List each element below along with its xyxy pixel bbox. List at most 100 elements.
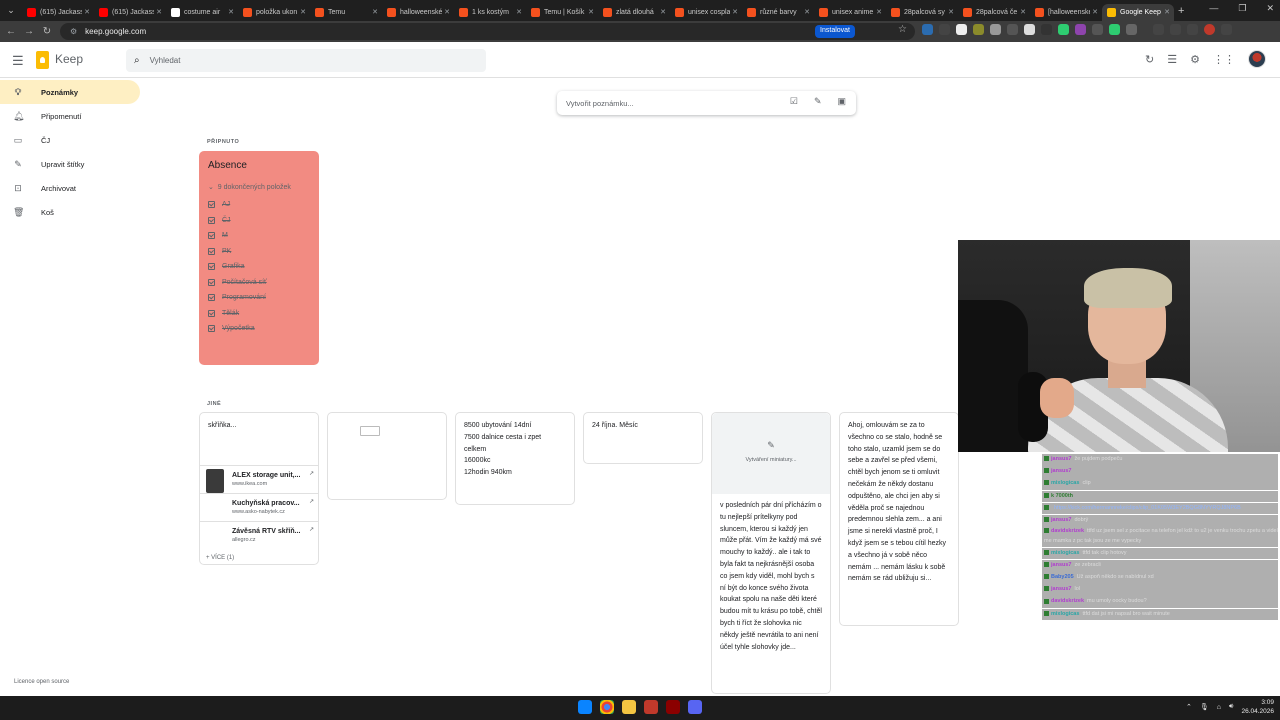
chrome-icon[interactable] <box>600 700 614 714</box>
tab-close-icon[interactable]: ✕ <box>1162 8 1170 16</box>
bookmark-star-icon[interactable]: ☆ <box>898 24 907 35</box>
sidebar-item-reminders[interactable]: 🔔︎ Připomenutí <box>0 104 140 128</box>
checklist-item[interactable]: Programování <box>208 290 310 306</box>
link-preview[interactable]: ALEX storage unit,... www.ikea.com ↗ <box>200 465 318 493</box>
checklist-item[interactable]: Tělák <box>208 306 310 322</box>
site-info-icon[interactable]: ⚙ <box>70 27 77 36</box>
checklist-item[interactable]: Počítačová síť <box>208 275 310 291</box>
tab-close-icon[interactable]: ✕ <box>946 8 954 16</box>
tab-close-icon[interactable]: ✕ <box>226 8 234 16</box>
completed-items-toggle[interactable]: ⌄ 9 dokončených položek <box>208 183 310 191</box>
cast-icon[interactable] <box>1153 24 1164 35</box>
note-card-empty[interactable] <box>327 412 447 500</box>
browser-tab[interactable]: [halloweenské ✕ <box>1030 4 1102 21</box>
note-card-image[interactable]: ✎ Vytváření miniatury... v posledních pá… <box>711 412 831 694</box>
browser-tab[interactable]: 1 ks kostým ✕ <box>454 4 526 21</box>
browser-menu-icon[interactable] <box>1221 24 1232 35</box>
checked-checkbox-icon[interactable] <box>208 232 215 240</box>
open-external-icon[interactable]: ↗ <box>309 469 314 481</box>
extension-icon[interactable] <box>990 24 1001 35</box>
browser-tab[interactable]: (615) Jackass ✕ <box>22 4 94 21</box>
browser-tab[interactable]: costume air ✕ <box>166 4 238 21</box>
tab-close-icon[interactable]: ✕ <box>298 8 306 16</box>
browser-tab[interactable]: Temu ✕ <box>310 4 382 21</box>
download-icon[interactable] <box>1170 24 1181 35</box>
checked-checkbox-icon[interactable] <box>208 201 215 209</box>
clock[interactable]: 3:09 26.04.2026 <box>1241 698 1274 716</box>
app-icon[interactable] <box>666 700 680 714</box>
tab-close-icon[interactable]: ✕ <box>154 8 162 16</box>
checked-checkbox-icon[interactable] <box>208 294 215 302</box>
new-tab-button[interactable]: + <box>1178 5 1184 17</box>
extension-icon[interactable] <box>1007 24 1018 35</box>
extension-icon[interactable] <box>1109 24 1120 35</box>
checked-checkbox-icon[interactable] <box>208 216 215 224</box>
note-card-links[interactable]: skříňka... ALEX storage unit,... www.ikea… <box>199 412 319 565</box>
browser-tab[interactable]: (615) Jackass ✕ <box>94 4 166 21</box>
app-icon[interactable] <box>644 700 658 714</box>
windows-start-icon[interactable] <box>578 700 592 714</box>
checklist-item[interactable]: PK <box>208 244 310 260</box>
extension-icon[interactable] <box>939 24 950 35</box>
list-view-icon[interactable]: ☰ <box>1167 53 1177 66</box>
sidepanel-icon[interactable] <box>1187 24 1198 35</box>
open-external-icon[interactable]: ↗ <box>309 525 314 537</box>
refresh-icon[interactable]: ↻ <box>1145 53 1154 66</box>
sidebar-item-trash[interactable]: 🗑︎ Koš <box>0 200 140 224</box>
chevron-up-icon[interactable]: ⌃ <box>1186 703 1192 711</box>
open-external-icon[interactable]: ↗ <box>309 497 314 509</box>
checked-checkbox-icon[interactable] <box>208 263 215 271</box>
new-list-checkbox-icon[interactable]: ☑ <box>790 96 798 107</box>
tab-search-icon[interactable]: ⌄ <box>0 5 22 16</box>
tab-close-icon[interactable]: ✕ <box>82 8 90 16</box>
app-name[interactable]: Keep <box>55 52 83 66</box>
extension-icon[interactable] <box>1024 24 1035 35</box>
volume-icon[interactable]: 🔊︎ <box>1229 703 1233 711</box>
checked-checkbox-icon[interactable] <box>208 325 215 333</box>
account-avatar[interactable] <box>1248 50 1266 68</box>
checked-checkbox-icon[interactable] <box>208 309 215 317</box>
tab-close-icon[interactable]: ✕ <box>658 8 666 16</box>
extension-icon[interactable] <box>956 24 967 35</box>
tab-close-icon[interactable]: ✕ <box>1090 8 1098 16</box>
note-card-apology[interactable]: Ahoj, omlouvám se za to všechno co se st… <box>839 412 959 626</box>
keep-logo[interactable] <box>36 51 49 69</box>
browser-tab[interactable]: unisex cosplay ✕ <box>670 4 742 21</box>
checklist-item[interactable]: ČJ <box>208 213 310 229</box>
link-preview[interactable]: Kuchyňská pracov... www.asko-nabytek.cz ↗ <box>200 493 318 521</box>
minimize-icon[interactable]: — <box>1209 3 1218 14</box>
microphone-icon[interactable]: 🎙︎ <box>1200 703 1209 711</box>
note-card-date[interactable]: 24 října. Měsíc <box>583 412 703 464</box>
settings-gear-icon[interactable]: ⚙ <box>1190 53 1200 66</box>
main-menu-icon[interactable]: ☰ <box>12 53 24 69</box>
license-link[interactable]: Licence open source <box>14 679 69 685</box>
network-icon[interactable]: ⌂ <box>1217 704 1221 711</box>
tab-close-icon[interactable]: ✕ <box>1018 8 1026 16</box>
back-icon[interactable]: ← <box>4 26 18 37</box>
tab-close-icon[interactable]: ✕ <box>586 8 594 16</box>
browser-tab[interactable]: položka ukon ✕ <box>238 4 310 21</box>
install-button[interactable]: Instalovat <box>815 25 855 38</box>
extension-icon[interactable] <box>973 24 984 35</box>
extensions-puzzle-icon[interactable] <box>1126 24 1137 35</box>
profile-avatar[interactable] <box>1204 24 1215 35</box>
address-bar[interactable]: ⚙ keep.google.com Instalovat ☆ <box>60 23 915 40</box>
reload-icon[interactable]: ↻ <box>40 26 54 37</box>
extension-icon[interactable] <box>1092 24 1103 35</box>
tab-close-icon[interactable]: ✕ <box>370 8 378 16</box>
browser-tab[interactable]: zlatá dlouhá ✕ <box>598 4 670 21</box>
extension-icon[interactable] <box>1041 24 1052 35</box>
browser-tab[interactable]: 28palcová če ✕ <box>958 4 1030 21</box>
apps-grid-icon[interactable]: ⋮⋮ <box>1213 53 1235 66</box>
browser-tab[interactable]: unisex anime ✕ <box>814 4 886 21</box>
tab-close-icon[interactable]: ✕ <box>874 8 882 16</box>
browser-tab[interactable]: 28palcová sy ✕ <box>886 4 958 21</box>
search-input[interactable]: ⌕ Vyhledat <box>126 49 486 72</box>
tab-close-icon[interactable]: ✕ <box>514 8 522 16</box>
search-icon[interactable]: ⌕ <box>134 55 140 66</box>
browser-tab[interactable]: halloweenské ✕ <box>382 4 454 21</box>
link-preview[interactable]: Závěsná RTV skříň... allegro.cz ↗ <box>200 521 318 549</box>
take-note-input[interactable]: Vytvořit poznámku... ☑ ✎ ▣ <box>557 91 856 115</box>
checklist-item[interactable]: AJ <box>208 197 310 213</box>
browser-tab[interactable]: Google Keep ✕ <box>1102 3 1174 21</box>
